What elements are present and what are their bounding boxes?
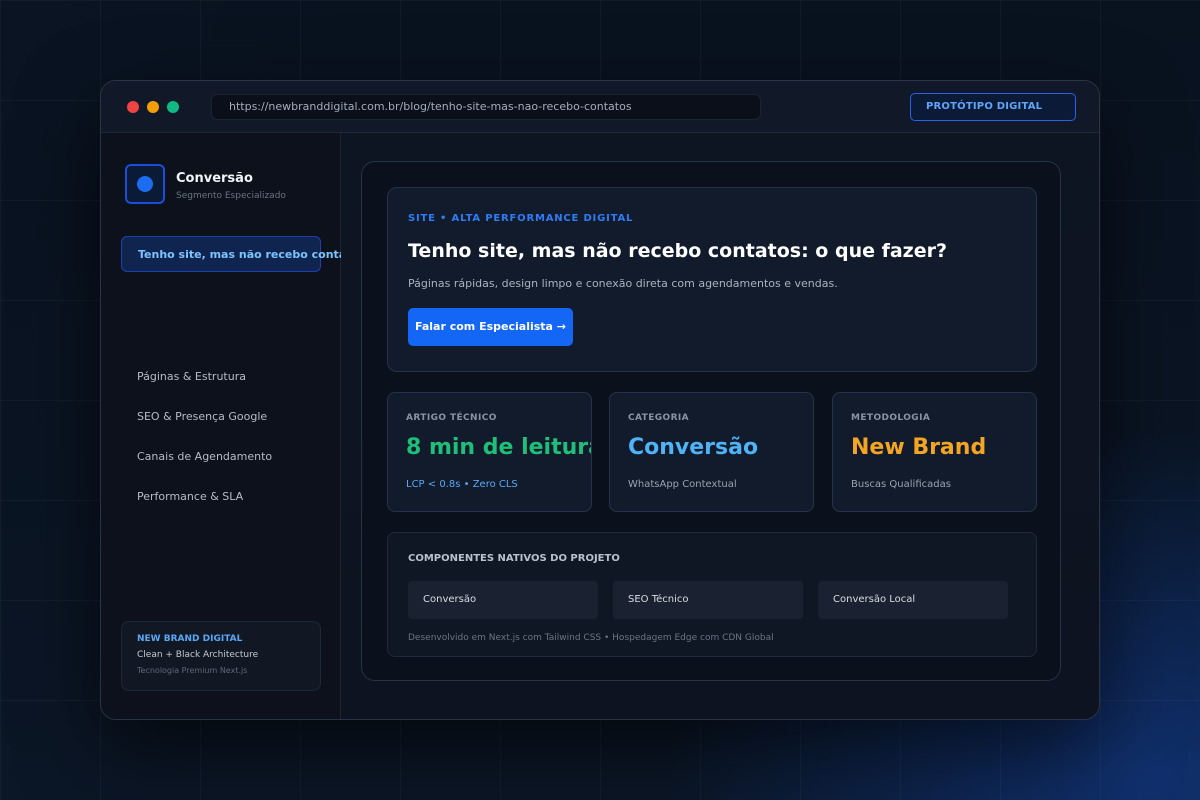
sidebar-item-scheduling[interactable]: Canais de Agendamento <box>121 439 321 475</box>
components-title: COMPONENTES NATIVOS DO PROJETO <box>408 553 620 564</box>
component-chip[interactable]: Conversão Local <box>818 581 1008 619</box>
browser-titlebar: https://newbranddigital.com.br/blog/tenh… <box>101 81 1099 133</box>
stat-note: WhatsApp Contextual <box>628 479 737 490</box>
stat-label: METODOLOGIA <box>851 413 931 423</box>
stat-value: Conversão <box>628 435 759 460</box>
close-window-button[interactable] <box>127 101 139 113</box>
footer-tech-note: Tecnologia Premium Next.js <box>137 666 248 675</box>
hero-card: SITE • ALTA PERFORMANCE DIGITAL Tenho si… <box>387 187 1037 372</box>
hero-tag: SITE • ALTA PERFORMANCE DIGITAL <box>408 213 634 224</box>
stat-label: CATEGORIA <box>628 413 690 423</box>
brand-subtitle: Segmento Especializado <box>176 191 286 201</box>
components-card: COMPONENTES NATIVOS DO PROJETO Conversão… <box>387 532 1037 657</box>
talk-to-specialist-button[interactable]: Falar com Especialista → <box>408 308 573 346</box>
components-footer-note: Desenvolvido em Next.js com Tailwind CSS… <box>408 633 774 643</box>
sidebar-footer-card: NEW BRAND DIGITAL Clean + Black Architec… <box>121 621 321 691</box>
sidebar-item-seo[interactable]: SEO & Presença Google <box>121 399 321 435</box>
stat-card-article: ARTIGO TÉCNICO 8 min de leitura LCP < 0.… <box>387 392 592 512</box>
stat-note: Buscas Qualificadas <box>851 479 951 490</box>
stat-card-category: CATEGORIA Conversão WhatsApp Contextual <box>609 392 814 512</box>
brand-title: Conversão <box>176 171 253 186</box>
component-chip[interactable]: Conversão <box>408 581 598 619</box>
stat-value: 8 min de leitura <box>406 435 592 460</box>
maximize-window-button[interactable] <box>167 101 179 113</box>
stat-card-methodology: METODOLOGIA New Brand Buscas Qualificada… <box>832 392 1037 512</box>
minimize-window-button[interactable] <box>147 101 159 113</box>
sidebar-item-article[interactable]: Tenho site, mas não recebo contatos: o q… <box>121 236 450 272</box>
hero-description: Páginas rápidas, design limpo e conexão … <box>408 277 838 290</box>
address-bar[interactable]: https://newbranddigital.com.br/blog/tenh… <box>211 94 761 120</box>
hero-title: Tenho site, mas não recebo contatos: o q… <box>408 240 948 262</box>
sidebar: Conversão Segmento Especializado Tenho s… <box>101 133 450 719</box>
sidebar-item-pages[interactable]: Páginas & Estrutura <box>121 359 321 395</box>
content-panel: SITE • ALTA PERFORMANCE DIGITAL Tenho si… <box>361 161 1061 681</box>
brand-logo-icon <box>125 164 165 204</box>
footer-brand-name: NEW BRAND DIGITAL <box>137 634 243 644</box>
stat-value: New Brand <box>851 435 987 460</box>
component-chip[interactable]: SEO Técnico <box>613 581 803 619</box>
sidebar-item-performance[interactable]: Performance & SLA <box>121 479 321 515</box>
stat-label: ARTIGO TÉCNICO <box>406 413 497 423</box>
browser-window: https://newbranddigital.com.br/blog/tenh… <box>100 80 1100 720</box>
prototype-badge[interactable]: PROTÓTIPO DIGITAL <box>910 93 1076 121</box>
main-content: SITE • ALTA PERFORMANCE DIGITAL Tenho si… <box>341 133 1099 719</box>
footer-tagline: Clean + Black Architecture <box>137 650 259 660</box>
stat-note: LCP < 0.8s • Zero CLS <box>406 479 518 490</box>
